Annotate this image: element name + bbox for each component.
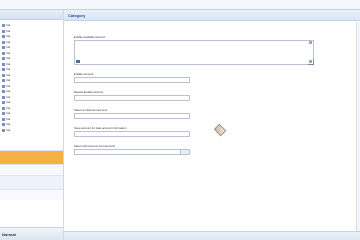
nav-spacer [0,189,63,200]
folder-icon [2,51,5,55]
folder-icon [2,24,5,28]
folder-icon [2,128,5,132]
folder-icon [2,95,5,99]
folder-icon [2,112,5,116]
brand-text: Normal [2,231,16,237]
folder-icon [2,90,5,94]
section-title: Category [68,12,86,18]
folder-icon [2,40,5,44]
field-1: Enable account [74,72,319,83]
field-4: Save account for date account informatio… [74,126,319,137]
left-panel-header [0,10,63,20]
main-bottom-bar [64,231,360,240]
field-label: Select with account (not account) [74,144,116,148]
main-panel: Category Enable available account Enable… [64,10,360,240]
section-header: Category [64,10,360,21]
nav-item-active[interactable] [0,150,63,164]
folder-icon [2,62,5,66]
nav-spacer [0,164,63,175]
field-label: Enable account [74,72,94,76]
resize-handle[interactable] [308,59,314,65]
top-bar [0,0,360,10]
folder-icon [2,57,5,61]
description-textarea[interactable] [74,40,314,65]
folder-icon [2,84,5,88]
dropdown-select[interactable] [74,149,190,155]
left-navigation [0,150,63,200]
field-label: Repeat Enable account [74,90,104,94]
textarea-wrap [74,40,314,65]
folder-icon [2,46,5,50]
folder-icon [2,106,5,110]
folder-icon [2,35,5,39]
field-label: Save account for date account informatio… [74,126,127,130]
text-input[interactable] [74,131,190,137]
text-input[interactable] [74,77,190,83]
folder-icon [2,79,5,83]
left-brand-bar: Normal [0,227,63,240]
form-area: Enable available account Enable account … [74,35,319,155]
folder-icon [2,101,5,105]
folder-icon [2,117,5,121]
nav-item[interactable] [0,175,63,189]
field-3: Select an Element account [74,108,319,119]
scroll-up-icon[interactable] [309,41,312,44]
text-input[interactable] [74,113,190,119]
folder-icon [2,73,5,77]
field-5: Select with account (not account) [74,144,319,155]
tree-item[interactable]: Cat [2,128,63,134]
textarea-icon [76,60,80,63]
textarea-label: Enable available account [74,35,106,39]
folder-icon [2,29,5,33]
field-2: Repeat Enable account [74,90,319,101]
folder-icon [2,68,5,72]
left-sidebar: Cat Cat Cat Cat Cat Cat Cat Cat Cat Cat … [0,10,64,240]
field-label: Select an Element account [74,108,108,112]
category-tree: Cat Cat Cat Cat Cat Cat Cat Cat Cat Cat … [0,20,63,133]
folder-icon [2,123,5,127]
chevron-down-icon[interactable] [180,150,189,154]
main-scrollbar[interactable] [356,22,360,236]
text-input[interactable] [74,95,190,101]
